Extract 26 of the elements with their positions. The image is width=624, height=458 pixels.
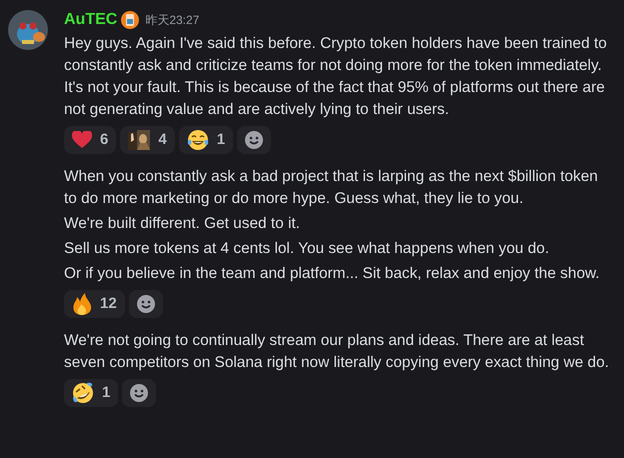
smiley-icon [245, 131, 264, 149]
reaction-button[interactable]: 12 [64, 290, 125, 318]
badge-icon [121, 11, 140, 29]
reaction-button[interactable]: 4 [120, 126, 175, 154]
message-text: We're built different. Get used to it. [64, 214, 301, 234]
reaction-button[interactable]: 6 [64, 126, 116, 154]
message-text: Or if you believe in the team and platform... Sit back, relax and enjoy the show. [64, 264, 601, 284]
portrait-icon [128, 130, 150, 150]
add-reaction-button[interactable] [122, 379, 156, 407]
message-text: Hey guys. Again I've said this before. Crypto token holders have been trained to constantly ask and criticize teams for not doing more for the token immediately. It's not your fault. This is because of the fact that 95% of platforms out there are not generating value and are actively lying to their users. [64, 34, 608, 120]
heart-icon [72, 131, 92, 149]
message-text: When you constantly ask a bad project that is larping as the next $billion token to do more marketing or do more hype. Guess what, they lie to you. [64, 167, 599, 209]
laughing-face-icon [186, 129, 209, 151]
smiley-icon [130, 384, 148, 402]
user-avatar[interactable] [8, 10, 48, 50]
message-text: Sell us more tokens at 4 cents lol. You see what happens when you do. [64, 239, 550, 259]
smiley-icon [136, 295, 155, 313]
reaction-button[interactable]: 1 [178, 126, 234, 154]
add-reaction-button[interactable] [237, 126, 272, 154]
fire-icon [72, 293, 92, 315]
timestamp: 昨天23:27 [145, 12, 200, 29]
reaction-button[interactable]: 1 [64, 379, 118, 407]
username[interactable]: AuTEC [64, 8, 118, 32]
add-reaction-button[interactable] [128, 290, 163, 318]
rolling-laughing-face-icon [72, 382, 94, 404]
message-text: We're not going to continually stream our plans and ideas. There are at least seven competitors on Solana right now literally copying every exact thing we do. [64, 331, 610, 373]
